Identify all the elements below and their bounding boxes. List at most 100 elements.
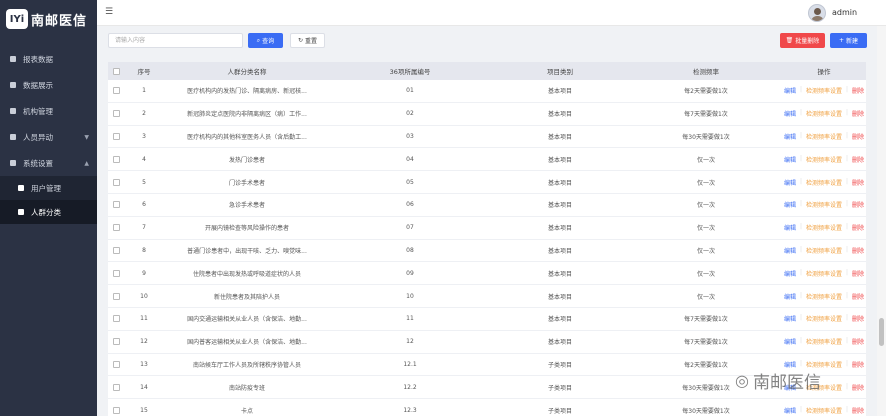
row-checkbox[interactable]: [112, 178, 120, 186]
row-checkbox[interactable]: [112, 224, 120, 232]
edit-link[interactable]: 编辑: [784, 269, 796, 278]
frequency-setting-link[interactable]: 检测频率设置: [806, 178, 842, 187]
sidebar-item-settings[interactable]: 系统设置 ▲: [0, 150, 97, 176]
frequency-setting-link[interactable]: 检测频率设置: [806, 200, 842, 209]
edit-link[interactable]: 编辑: [784, 86, 796, 95]
sidebar-item-group-category[interactable]: 人群分类: [0, 200, 97, 224]
row-checkbox[interactable]: [112, 338, 120, 346]
ops-divider: |: [846, 268, 849, 276]
batch-delete-label: 批量删除: [795, 38, 820, 45]
reset-button[interactable]: ↻ 重置: [290, 33, 325, 48]
select-all-checkbox[interactable]: [112, 67, 120, 75]
batch-delete-button[interactable]: 🗑 批量删除: [780, 33, 825, 48]
report-icon: [10, 56, 16, 62]
cell-type: 基本项目: [547, 133, 572, 141]
frequency-setting-link[interactable]: 检测频率设置: [806, 109, 842, 118]
cell-code: 12: [406, 338, 414, 346]
delete-link[interactable]: 删除: [852, 269, 864, 278]
scroll-thumb[interactable]: [879, 318, 884, 346]
row-checkbox[interactable]: [112, 269, 120, 277]
row-checkbox[interactable]: [112, 315, 120, 323]
sidebar-item-data-display[interactable]: 数据展示: [0, 72, 97, 98]
table-row: 7 开展内镜检查等风险操作的患者 07 基本项目 仅一次 编辑 | 检测频率设置 | 删除: [108, 217, 866, 240]
col-index: 序号: [137, 68, 151, 76]
frequency-setting-link[interactable]: 检测频率设置: [806, 246, 842, 255]
frequency-setting-link[interactable]: 检测频率设置: [806, 223, 842, 232]
frequency-setting-link[interactable]: 检测频率设置: [806, 155, 842, 164]
avatar[interactable]: [808, 4, 826, 22]
delete-link[interactable]: 删除: [852, 292, 864, 301]
cell-ops: 编辑 | 检测频率设置 | 删除: [782, 132, 866, 141]
row-checkbox[interactable]: [112, 246, 120, 254]
frequency-setting-link[interactable]: 检测频率设置: [806, 314, 842, 323]
delete-link[interactable]: 删除: [852, 86, 864, 95]
edit-link[interactable]: 编辑: [784, 337, 796, 346]
cell-frequency: 每7天需要做1次: [684, 316, 728, 324]
add-button[interactable]: + 新建: [830, 33, 867, 48]
wechat-icon: ◎: [735, 371, 749, 390]
edit-link[interactable]: 编辑: [784, 200, 796, 209]
sidebar-item-user-management[interactable]: 用户管理: [0, 176, 97, 200]
cell-code: 01: [406, 87, 414, 95]
delete-link[interactable]: 删除: [852, 246, 864, 255]
row-check-cell: [108, 406, 124, 414]
delete-link[interactable]: 删除: [852, 406, 864, 415]
edit-link[interactable]: 编辑: [784, 178, 796, 187]
row-checkbox[interactable]: [112, 110, 120, 118]
frequency-setting-link[interactable]: 检测频率设置: [806, 132, 842, 141]
search-input[interactable]: 请输入内容: [108, 33, 243, 48]
query-button-label: 查询: [262, 38, 275, 45]
edit-link[interactable]: 编辑: [784, 155, 796, 164]
delete-link[interactable]: 删除: [852, 155, 864, 164]
row-checkbox[interactable]: [112, 87, 120, 95]
edit-link[interactable]: 编辑: [784, 406, 796, 415]
sidebar-item-report[interactable]: 报表数据: [0, 46, 97, 72]
edit-link[interactable]: 编辑: [784, 314, 796, 323]
cell-index: 1: [142, 87, 146, 95]
edit-link[interactable]: 编辑: [784, 109, 796, 118]
ops-divider: |: [846, 109, 849, 117]
ops-divider: |: [799, 314, 802, 322]
delete-link[interactable]: 删除: [852, 383, 864, 392]
delete-link[interactable]: 删除: [852, 337, 864, 346]
row-checkbox[interactable]: [112, 406, 120, 414]
ops-divider: |: [799, 200, 802, 208]
cell-index: 2: [142, 110, 146, 118]
sidebar-item-org[interactable]: 机构管理: [0, 98, 97, 124]
edit-link[interactable]: 编辑: [784, 246, 796, 255]
cell-name: 新冠肺炎定点医院内非隔离病区（病）工作...: [187, 111, 307, 119]
query-button[interactable]: ⌕ 查询: [248, 33, 283, 48]
cell-index: 8: [142, 246, 146, 254]
edit-link[interactable]: 编辑: [784, 292, 796, 301]
cell-type: 子类项目: [547, 407, 572, 415]
delete-link[interactable]: 删除: [852, 360, 864, 369]
delete-link[interactable]: 删除: [852, 223, 864, 232]
cell-frequency: 仅一次: [696, 293, 715, 301]
frequency-setting-link[interactable]: 检测频率设置: [806, 86, 842, 95]
delete-link[interactable]: 删除: [852, 109, 864, 118]
delete-link[interactable]: 删除: [852, 314, 864, 323]
edit-link[interactable]: 编辑: [784, 223, 796, 232]
delete-link[interactable]: 删除: [852, 132, 864, 141]
row-checkbox[interactable]: [112, 292, 120, 300]
edit-link[interactable]: 编辑: [784, 132, 796, 141]
row-checkbox[interactable]: [112, 360, 120, 368]
menu-toggle-icon[interactable]: ☰: [105, 7, 113, 17]
username[interactable]: admin: [832, 8, 857, 17]
delete-link[interactable]: 删除: [852, 200, 864, 209]
frequency-setting-link[interactable]: 检测频率设置: [806, 269, 842, 278]
row-checkbox[interactable]: [112, 383, 120, 391]
sidebar-item-person-change[interactable]: 人员异动 ▼: [0, 124, 97, 150]
ops-divider: |: [799, 154, 802, 162]
row-checkbox[interactable]: [112, 201, 120, 209]
row-checkbox[interactable]: [112, 132, 120, 140]
frequency-setting-link[interactable]: 检测频率设置: [806, 292, 842, 301]
page-scrollbar[interactable]: [877, 26, 886, 416]
frequency-setting-link[interactable]: 检测频率设置: [806, 337, 842, 346]
delete-link[interactable]: 删除: [852, 178, 864, 187]
frequency-setting-link[interactable]: 检测频率设置: [806, 406, 842, 415]
cell-code: 11: [406, 315, 414, 323]
ops-divider: |: [846, 405, 849, 413]
table-row: 8 普通门诊患者中，出现干咳、乏力、嗅觉味... 08 基本项目 仅一次 编辑 | 检测频率设…: [108, 240, 866, 263]
row-checkbox[interactable]: [112, 155, 120, 163]
